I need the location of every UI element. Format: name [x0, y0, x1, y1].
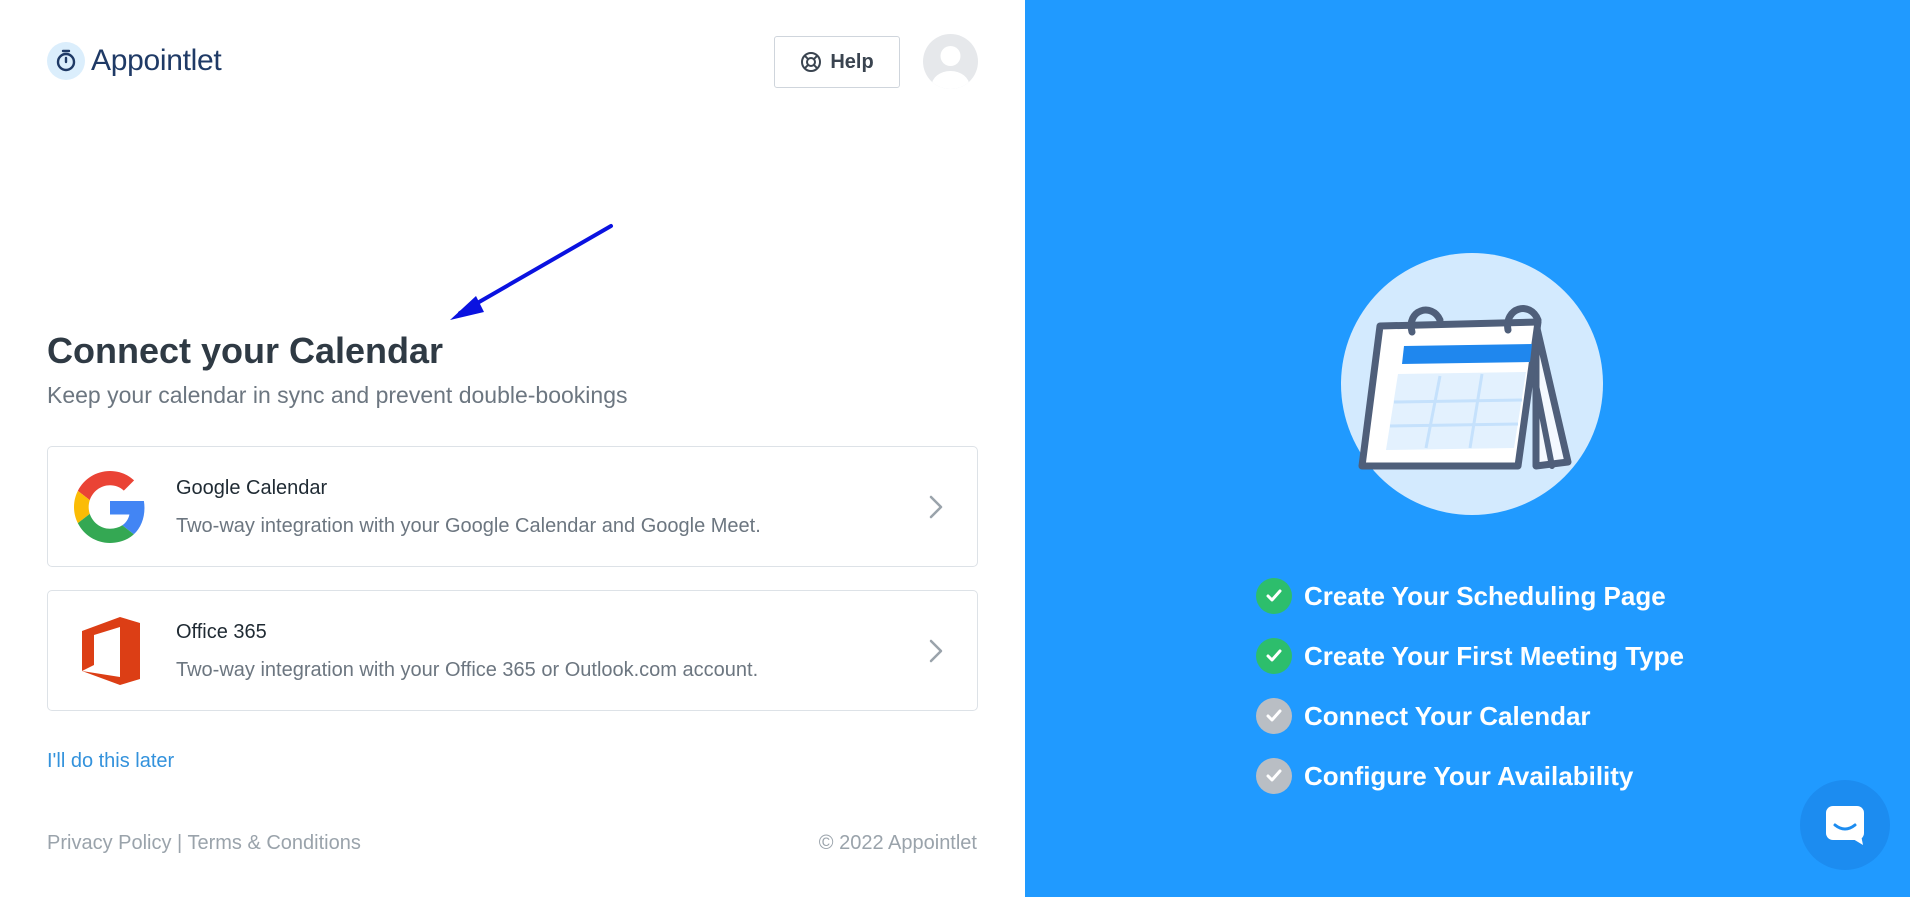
footer-links: Privacy Policy | Terms & Conditions — [47, 832, 361, 855]
checklist-label: Connect Your Calendar — [1304, 700, 1591, 731]
integration-title: Google Calendar — [176, 477, 328, 499]
appointlet-logo-icon — [47, 42, 85, 80]
help-label: Help — [830, 50, 874, 73]
main-panel: Appointlet Help Connect your Calendar Ke… — [0, 0, 1025, 897]
integration-description: Two-way integration with your Office 365… — [176, 659, 759, 681]
chevron-right-icon — [929, 639, 943, 663]
checklist-item: Connect Your Calendar — [1256, 686, 1684, 746]
checklist-item: Create Your Scheduling Page — [1256, 566, 1684, 626]
brand-logo[interactable]: Appointlet — [47, 42, 222, 80]
skip-link[interactable]: I'll do this later — [47, 750, 174, 773]
terms-link[interactable]: Terms & Conditions — [187, 832, 360, 854]
office365-logo-icon — [72, 613, 148, 689]
check-icon — [1256, 638, 1292, 674]
footer-separator: | — [177, 832, 183, 854]
brand-name: Appointlet — [91, 44, 222, 77]
check-icon — [1256, 578, 1292, 614]
page-title: Connect your Calendar — [47, 330, 444, 371]
checklist-label: Create Your Scheduling Page — [1304, 580, 1666, 611]
check-icon — [1256, 758, 1292, 794]
page-subtitle: Keep your calendar in sync and prevent d… — [47, 382, 628, 408]
google-calendar-option[interactable]: Google Calendar Two-way integration with… — [47, 446, 978, 567]
checklist-label: Configure Your Availability — [1304, 760, 1634, 791]
chat-icon — [1826, 806, 1864, 845]
check-icon — [1256, 698, 1292, 734]
checklist-label: Create Your First Meeting Type — [1304, 640, 1684, 671]
onboarding-checklist: Create Your Scheduling Page Create Your … — [1256, 566, 1684, 806]
calendar-illustration — [1341, 253, 1603, 515]
integration-description: Two-way integration with your Google Cal… — [176, 515, 761, 537]
chat-launcher-button[interactable] — [1800, 780, 1890, 870]
office365-option[interactable]: Office 365 Two-way integration with your… — [47, 590, 978, 711]
privacy-policy-link[interactable]: Privacy Policy — [47, 832, 171, 854]
copyright-text: © 2022 Appointlet — [818, 832, 977, 854]
help-button[interactable]: Help — [774, 36, 900, 88]
checklist-item: Configure Your Availability — [1256, 746, 1684, 806]
user-silhouette-icon — [931, 46, 970, 89]
user-avatar[interactable] — [923, 34, 978, 89]
lifebuoy-icon — [801, 52, 822, 72]
annotation-arrow — [450, 224, 613, 320]
google-logo-icon — [72, 469, 148, 545]
integration-title: Office 365 — [176, 621, 267, 643]
checklist-item: Create Your First Meeting Type — [1256, 626, 1684, 686]
chevron-right-icon — [929, 495, 943, 519]
